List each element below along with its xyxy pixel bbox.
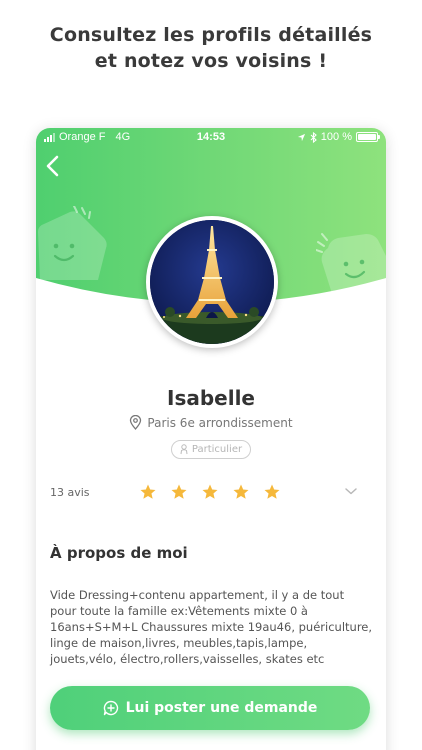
chevron-down-icon[interactable]: [344, 486, 358, 496]
chat-plus-icon: [103, 700, 118, 716]
reviews-count: 13 avis: [50, 486, 90, 499]
about-title: À propos de moi: [50, 544, 188, 562]
phone-screen: Orange F 4G 14:53 100 % Isabelle Paris 6…: [36, 128, 386, 750]
battery-icon: [356, 132, 380, 142]
star-icon: [202, 484, 218, 499]
user-icon: [180, 444, 188, 455]
about-text: Vide Dressing+contenu appartement, il y …: [50, 588, 373, 666]
post-request-label: Lui poster une demande: [125, 700, 318, 716]
headline-line-1: Consultez les profils détaillés: [49, 24, 373, 46]
bluetooth-icon: [310, 131, 317, 143]
post-request-button[interactable]: Lui poster une demande: [50, 686, 370, 730]
avatar: [146, 216, 278, 348]
location-arrow-icon: [297, 133, 305, 141]
reviews-row[interactable]: 13 avis: [36, 480, 386, 504]
star-icon: [233, 484, 249, 499]
profile-location: Paris 6e arrondissement: [36, 415, 386, 430]
account-type-badge: Particulier: [171, 440, 251, 459]
star-icon: [140, 484, 156, 499]
eiffel-tower-photo: [150, 220, 274, 344]
headline: Consultez les profils détaillés et notez…: [0, 22, 422, 74]
star-icon: [264, 484, 280, 499]
rating-stars: [139, 483, 281, 501]
profile-name: Isabelle: [167, 386, 255, 410]
headline-line-2: et notez vos voisins !: [94, 50, 328, 72]
location-pin-icon: [130, 415, 142, 430]
status-bar: Orange F 4G 14:53 100 %: [36, 128, 386, 146]
star-icon: [171, 484, 187, 499]
location-label: Paris 6e arrondissement: [147, 415, 293, 430]
battery-label: 100 %: [320, 131, 352, 143]
back-chevron-icon[interactable]: [42, 154, 66, 178]
badge-label: Particulier: [191, 444, 243, 455]
